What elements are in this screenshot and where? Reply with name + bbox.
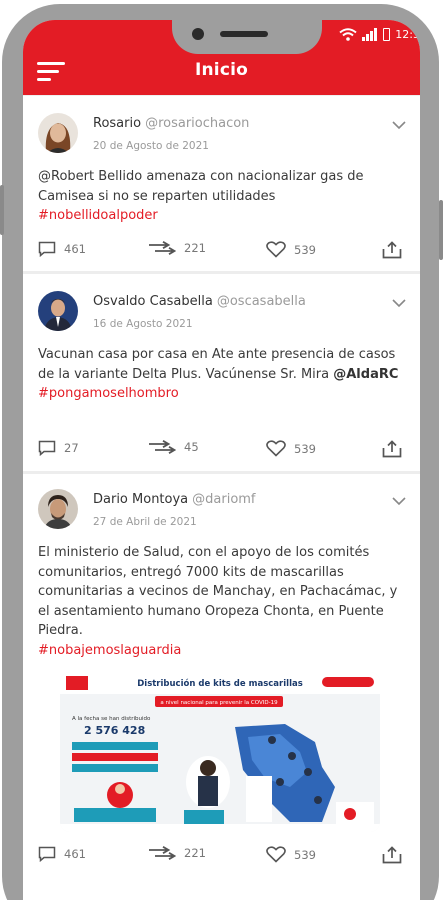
author-name: Rosario @rosariochacon [93, 116, 250, 131]
status-time: 12:3 [395, 27, 420, 41]
post-image[interactable]: Distribución de kits de mascarillas a ni… [60, 672, 380, 832]
author-handle: @dariomf [192, 492, 256, 507]
like-button[interactable]: 539 [266, 241, 316, 258]
post-actions: 461 221 539 [38, 846, 408, 868]
comment-count: 461 [64, 242, 86, 256]
share-icon[interactable] [382, 440, 402, 458]
hashtag-link[interactable]: #nobellidoalpoder [38, 206, 408, 226]
post[interactable]: Osvaldo Casabella @oscasabella 16 de Agos… [23, 274, 420, 474]
post-actions: 27 45 539 [38, 440, 408, 462]
like-count: 539 [294, 441, 316, 456]
phone-notch [172, 20, 322, 54]
status-bar: 12:3 [339, 26, 420, 42]
post-text: Vacunan casa por casa en Ate ante presen… [38, 345, 408, 404]
hashtag-link[interactable]: #pongamoselhombro [38, 384, 408, 404]
comment-button[interactable]: 461 [38, 846, 86, 862]
battery-icon [383, 27, 391, 41]
author-handle: @rosariochacon [145, 116, 250, 131]
author-name: Dario Montoya @dariomf [93, 492, 256, 507]
post-date: 20 de Agosto de 2021 [93, 140, 209, 152]
like-button[interactable]: 539 [266, 846, 316, 863]
like-count: 539 [294, 242, 316, 257]
comment-count: 27 [64, 441, 79, 455]
wifi-icon [339, 27, 357, 41]
comment-button[interactable]: 27 [38, 440, 79, 456]
signal-icon [362, 27, 378, 41]
comment-count: 461 [64, 847, 86, 861]
chevron-down-icon[interactable] [392, 497, 406, 506]
speaker-icon [220, 31, 268, 37]
post[interactable]: Dario Montoya @dariomf 27 de Abril de 202… [23, 474, 420, 900]
heart-icon [266, 440, 286, 457]
forward-arrows-icon [149, 440, 176, 454]
post-actions: 461 221 539 [38, 241, 408, 263]
post-date: 27 de Abril de 2021 [93, 516, 197, 528]
post[interactable]: Rosario @rosariochacon 20 de Agosto de 20… [23, 96, 420, 274]
hashtag-link[interactable]: #nobajemoslaguardia [38, 641, 408, 661]
comment-icon [38, 846, 56, 862]
retweet-button[interactable]: 45 [148, 440, 199, 454]
image-subtitle: a nivel nacional para prevenir la COVID-… [160, 700, 278, 706]
heart-icon [266, 846, 286, 863]
chevron-down-icon[interactable] [392, 299, 406, 308]
heart-icon [266, 241, 286, 258]
retweet-button[interactable]: 221 [148, 241, 206, 255]
post-text: @Robert Bellido amenaza con nacionalizar… [38, 167, 408, 226]
screen: 12:3 Inicio Rosario @rosariochacon 20 de … [23, 20, 420, 900]
share-count: 221 [184, 846, 206, 860]
forward-arrows-icon [149, 241, 176, 255]
share-icon[interactable] [382, 241, 402, 259]
svg-text:A la fecha se han distribuido: A la fecha se han distribuido [72, 716, 151, 722]
phone-side-button [439, 200, 443, 260]
forward-arrows-icon [149, 846, 176, 860]
image-big-number: 2 576 428 [84, 724, 145, 737]
comment-icon [38, 241, 56, 257]
retweet-button[interactable]: 221 [148, 846, 206, 860]
like-button[interactable]: 539 [266, 440, 316, 457]
comment-icon [38, 440, 56, 456]
author-name: Osvaldo Casabella @oscasabella [93, 294, 306, 309]
mention-link[interactable]: @AldaRC [333, 367, 398, 382]
page-title: Inicio [194, 60, 249, 80]
post-text: El ministerio de Salud, con el apoyo de … [38, 543, 408, 660]
share-icon[interactable] [382, 846, 402, 864]
like-count: 539 [294, 847, 316, 862]
image-title: Distribución de kits de mascarillas [137, 678, 303, 689]
post-date: 16 de Agosto 2021 [93, 318, 193, 330]
phone-side-button [0, 185, 4, 235]
avatar[interactable] [38, 489, 78, 529]
camera-icon [192, 28, 204, 40]
author-handle: @oscasabella [216, 294, 306, 309]
chevron-down-icon[interactable] [392, 121, 406, 130]
avatar[interactable] [38, 291, 78, 331]
share-count: 45 [184, 440, 199, 454]
share-count: 221 [184, 241, 206, 255]
avatar[interactable] [38, 113, 78, 153]
feed: Rosario @rosariochacon 20 de Agosto de 20… [23, 96, 420, 900]
comment-button[interactable]: 461 [38, 241, 86, 257]
